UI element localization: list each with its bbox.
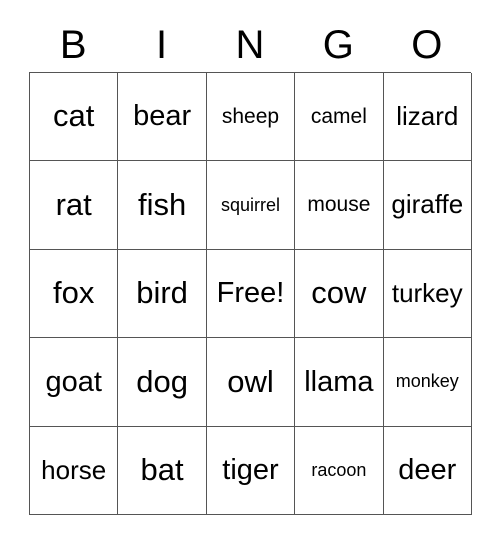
bingo-cell[interactable]: deer — [383, 426, 472, 515]
bingo-row: fox bird Free! cow turkey — [30, 249, 472, 339]
bingo-cell-label: Free! — [216, 277, 285, 310]
bingo-cell[interactable]: mouse — [295, 161, 384, 250]
bingo-cell[interactable]: fox — [30, 249, 119, 339]
header-letter-g: G — [322, 23, 354, 67]
bingo-cell-label: deer — [398, 454, 457, 487]
bingo-cell-label: rat — [55, 186, 92, 222]
bingo-cell-label: giraffe — [391, 189, 464, 220]
bingo-row: goat dog owl llama monkey — [30, 338, 472, 427]
header-letter-n: N — [235, 23, 265, 67]
bingo-cell-label: squirrel — [220, 194, 280, 215]
header-letter-o: O — [411, 23, 443, 67]
bingo-cell[interactable]: horse — [30, 426, 119, 515]
bingo-row: cat bear sheep camel lizard — [30, 73, 472, 162]
bingo-cell-label: bear — [133, 100, 192, 133]
bingo-card: B I N G O cat bear sheep camel lizard ra… — [29, 18, 472, 515]
bingo-cell-label: bird — [136, 275, 188, 311]
bingo-cell[interactable]: sheep — [206, 73, 296, 162]
bingo-cell[interactable]: bat — [118, 426, 207, 515]
bingo-cell[interactable]: turkey — [383, 249, 472, 339]
bingo-cell[interactable]: bear — [118, 73, 207, 162]
header-letter-i: I — [156, 23, 168, 67]
bingo-cell[interactable]: racoon — [295, 426, 384, 515]
bingo-cell[interactable]: monkey — [383, 338, 472, 427]
bingo-row: horse bat tiger racoon deer — [30, 426, 472, 515]
bingo-cell-label: llama — [304, 365, 374, 398]
bingo-cell-label: tiger — [222, 454, 279, 487]
bingo-cell-label: cat — [53, 98, 95, 134]
bingo-cell-label: horse — [41, 454, 107, 485]
bingo-cell-label: goat — [45, 365, 102, 398]
bingo-cell[interactable]: tiger — [206, 426, 296, 515]
bingo-cell-label: sheep — [221, 104, 280, 128]
bingo-cell[interactable]: goat — [30, 338, 119, 427]
bingo-cell[interactable]: dog — [118, 338, 207, 427]
bingo-cell[interactable]: llama — [295, 338, 384, 427]
bingo-row: rat fish squirrel mouse giraffe — [30, 161, 472, 250]
bingo-cell-label: racoon — [311, 459, 367, 480]
bingo-cell-label: fish — [137, 186, 187, 222]
bingo-cell[interactable]: camel — [295, 73, 384, 162]
bingo-cell-label: bat — [140, 451, 184, 487]
bingo-cell-label: turkey — [391, 277, 463, 308]
bingo-header: B I N G O — [29, 18, 471, 72]
bingo-cell-label: dog — [136, 363, 188, 399]
bingo-cell-label: cow — [311, 275, 367, 311]
bingo-cell[interactable]: cat — [30, 73, 119, 162]
bingo-cell[interactable]: lizard — [383, 73, 472, 162]
bingo-cell[interactable]: owl — [206, 338, 296, 427]
bingo-cell-label: lizard — [396, 101, 459, 132]
bingo-cell-label: fox — [53, 275, 95, 311]
bingo-cell-label: mouse — [307, 193, 371, 217]
bingo-cell[interactable]: squirrel — [206, 161, 296, 250]
bingo-cell-free[interactable]: Free! — [206, 249, 296, 339]
bingo-cell[interactable]: giraffe — [383, 161, 472, 250]
bingo-cell[interactable]: rat — [30, 161, 119, 250]
bingo-cell[interactable]: fish — [118, 161, 207, 250]
bingo-cell-label: owl — [227, 363, 274, 399]
bingo-cell[interactable]: bird — [118, 249, 207, 339]
bingo-cell[interactable]: cow — [295, 249, 384, 339]
bingo-cell-label: monkey — [395, 371, 459, 392]
bingo-cell-label: camel — [310, 104, 367, 128]
bingo-grid: cat bear sheep camel lizard rat fish squ… — [29, 72, 472, 515]
header-letter-b: B — [59, 23, 87, 67]
